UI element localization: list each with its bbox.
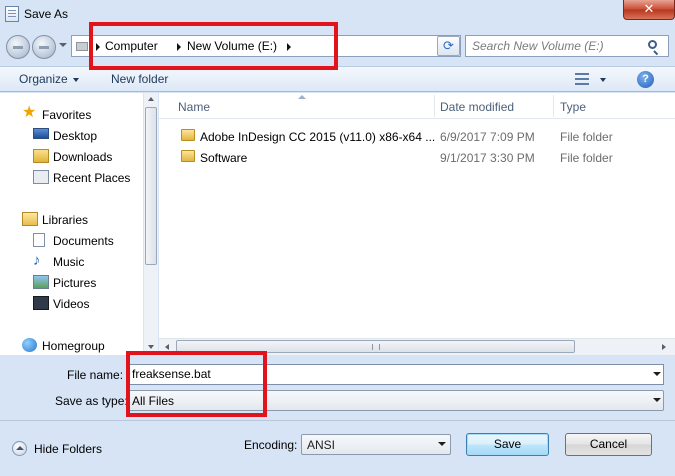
column-header-type[interactable]: Type [560,100,586,114]
column-divider[interactable] [434,95,435,117]
hide-folders-label[interactable]: Hide Folders [34,442,102,456]
nav-label: Documents [53,234,114,248]
nav-label: Recent Places [53,171,131,185]
views-dropdown-icon[interactable] [600,78,606,82]
search-box[interactable] [465,35,669,57]
cancel-button[interactable]: Cancel [565,433,652,456]
nav-label: Downloads [53,150,113,164]
homegroup-icon [22,338,37,352]
recent-places-icon [33,170,49,184]
nav-label: Videos [53,297,90,311]
nav-label: Libraries [42,213,89,227]
refresh-button[interactable]: ⟳ [437,36,460,56]
nav-scrollbar[interactable] [143,93,158,355]
chevron-down-icon[interactable] [438,442,446,446]
recent-pages-dropdown-icon[interactable] [59,43,67,47]
search-input[interactable] [472,39,642,53]
save-as-type-label: Save as type: [55,394,128,408]
folder-icon [181,129,195,141]
scroll-left-icon[interactable] [165,344,169,350]
annotation-highlight-address [89,22,338,70]
drive-icon [76,42,88,51]
nav-label: Homegroup [42,339,105,353]
column-header-name[interactable]: Name [178,100,210,114]
downloads-folder-icon [33,149,49,163]
navigation-pane: ★ Favorites Desktop Downloads Recent Pla… [0,93,158,355]
change-view-icon[interactable] [575,73,589,85]
file-name-label: File name: [67,368,124,382]
star-icon: ★ [22,104,37,121]
column-headers: Name Date modified Type [159,93,675,119]
back-button[interactable] [6,35,30,59]
notepad-icon [5,6,19,22]
nav-label: Music [53,255,85,269]
close-button[interactable]: ✕ [623,0,675,20]
documents-icon [33,233,45,247]
file-row[interactable]: Adobe InDesign CC 2015 (v11.0) x86-x64 .… [159,126,675,147]
file-row[interactable]: Software 9/1/2017 3:30 PM File folder [159,147,675,168]
scroll-thumb[interactable] [145,107,157,265]
encoding-value: ANSI [307,438,336,452]
sort-ascending-icon [298,95,306,99]
chevron-up-icon[interactable] [12,441,27,456]
scroll-down-icon[interactable] [148,345,154,349]
file-list: Name Date modified Type Adobe InDesign C… [159,93,675,355]
folder-icon [181,150,195,162]
help-icon[interactable]: ? [637,71,654,88]
scroll-right-icon[interactable] [662,344,666,350]
new-folder-button[interactable]: New folder [111,72,168,86]
forward-button[interactable] [32,35,56,59]
organize-dropdown-icon[interactable] [73,78,79,82]
music-note-icon: ♪ [33,252,41,269]
file-date: 6/9/2017 7:09 PM [440,130,535,144]
libraries-icon [22,212,38,226]
nav-label: Favorites [42,108,92,122]
nav-label: Desktop [53,129,98,143]
videos-icon [33,296,49,310]
pictures-icon [33,275,49,289]
column-divider[interactable] [553,95,554,117]
search-icon[interactable] [648,40,657,49]
scroll-up-icon[interactable] [148,97,154,101]
hide-folders-toggle[interactable]: Hide Folders [12,440,122,460]
file-name: Adobe InDesign CC 2015 (v11.0) x86-x64 .… [200,130,436,144]
save-button[interactable]: Save [466,433,549,456]
file-type: File folder [560,130,613,144]
annotation-highlight-filename [126,351,267,417]
encoding-select[interactable]: ANSI [301,434,451,455]
window-title: Save As [24,7,69,21]
nav-label: Pictures [53,276,97,290]
desktop-icon [33,128,49,139]
organize-button[interactable]: Organize [19,72,68,86]
file-name: Software [200,151,248,165]
file-type: File folder [560,151,613,165]
chevron-down-icon[interactable] [653,398,661,402]
divider [0,420,675,421]
file-date: 9/1/2017 3:30 PM [440,151,535,165]
encoding-label: Encoding: [244,438,298,452]
grip-icon [372,344,380,350]
chevron-down-icon[interactable] [653,372,661,376]
column-header-date[interactable]: Date modified [440,100,514,114]
